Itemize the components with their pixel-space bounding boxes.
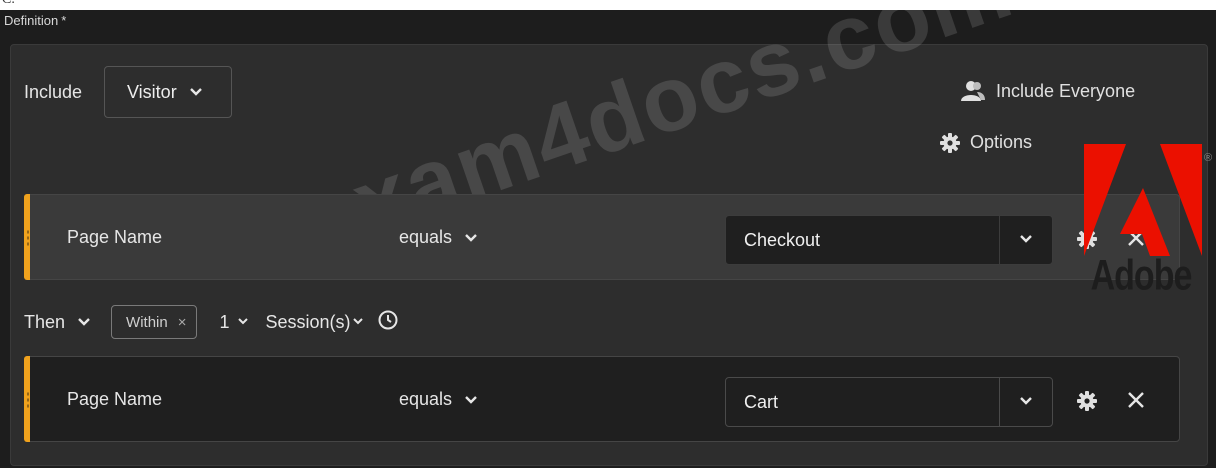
chevron-down-icon bbox=[237, 317, 248, 327]
value-input[interactable]: Cart bbox=[726, 378, 999, 426]
operator-value: equals bbox=[399, 227, 453, 247]
value-dropdown-button[interactable] bbox=[999, 378, 1052, 426]
users-icon bbox=[960, 80, 986, 102]
within-label: Within bbox=[126, 313, 168, 331]
value-dropdown-button[interactable] bbox=[999, 216, 1052, 264]
count-dropdown[interactable]: 1 bbox=[219, 311, 248, 333]
include-everyone-label: Include Everyone bbox=[996, 80, 1136, 101]
chevron-down-icon bbox=[1019, 231, 1033, 249]
unit-value: Session(s) bbox=[265, 311, 351, 332]
chevron-down-icon bbox=[77, 317, 91, 327]
chevron-down-icon bbox=[464, 395, 478, 405]
drag-handle[interactable] bbox=[27, 391, 29, 409]
operator-value: equals bbox=[399, 389, 453, 409]
time-constraint-button[interactable] bbox=[377, 309, 399, 336]
include-everyone-button[interactable]: Include Everyone bbox=[960, 80, 1135, 102]
value-input[interactable]: Checkout bbox=[726, 216, 999, 264]
sequence-operator-dropdown[interactable]: Then bbox=[24, 312, 91, 333]
segment-builder: Definition* exam4docs.com Include Visito… bbox=[0, 0, 1216, 468]
value-combobox[interactable]: Checkout bbox=[725, 215, 1053, 265]
required-mark: * bbox=[61, 13, 67, 28]
sequence-row: Then Within × 1 Session(s) bbox=[24, 302, 399, 342]
top-glyph: C. bbox=[2, 0, 15, 8]
registered-mark: ® bbox=[1204, 152, 1213, 164]
rule-settings-button[interactable] bbox=[1077, 391, 1097, 416]
operator-dropdown[interactable]: equals bbox=[399, 227, 478, 248]
chevron-down-icon bbox=[352, 317, 363, 327]
gear-icon bbox=[940, 132, 960, 153]
rule-row: Page Name equals Checkout bbox=[24, 194, 1180, 280]
definition-title: Definition bbox=[4, 13, 59, 28]
adobe-wordmark: Adobe bbox=[1090, 252, 1193, 300]
within-chip[interactable]: Within × bbox=[111, 305, 198, 339]
sequence-operator: Then bbox=[24, 311, 66, 332]
rule-row: Page Name equals Cart bbox=[24, 356, 1180, 442]
remove-rule-button[interactable] bbox=[1127, 391, 1145, 414]
drag-handle[interactable] bbox=[27, 229, 29, 247]
gear-icon bbox=[1077, 391, 1097, 415]
options-button[interactable]: Options bbox=[940, 132, 1032, 153]
rule-dimension: Page Name bbox=[67, 389, 163, 409]
chevron-down-icon bbox=[464, 233, 478, 243]
chevron-down-icon bbox=[1019, 393, 1033, 411]
operator-dropdown[interactable]: equals bbox=[399, 389, 478, 410]
include-label: Include bbox=[24, 82, 83, 102]
definition-label: Definition * bbox=[4, 12, 66, 30]
unit-dropdown[interactable]: Session(s) bbox=[266, 312, 363, 333]
rule-dimension: Page Name bbox=[67, 227, 163, 247]
close-icon bbox=[1127, 392, 1145, 413]
value-combobox[interactable]: Cart bbox=[725, 377, 1053, 427]
options-label: Options bbox=[970, 132, 1033, 152]
container-value: Visitor bbox=[127, 81, 177, 102]
chevron-down-icon bbox=[189, 87, 203, 97]
close-icon[interactable]: × bbox=[178, 314, 187, 331]
count-value: 1 bbox=[219, 311, 230, 332]
container-dropdown[interactable]: Visitor bbox=[104, 66, 232, 118]
clock-icon bbox=[377, 309, 399, 336]
